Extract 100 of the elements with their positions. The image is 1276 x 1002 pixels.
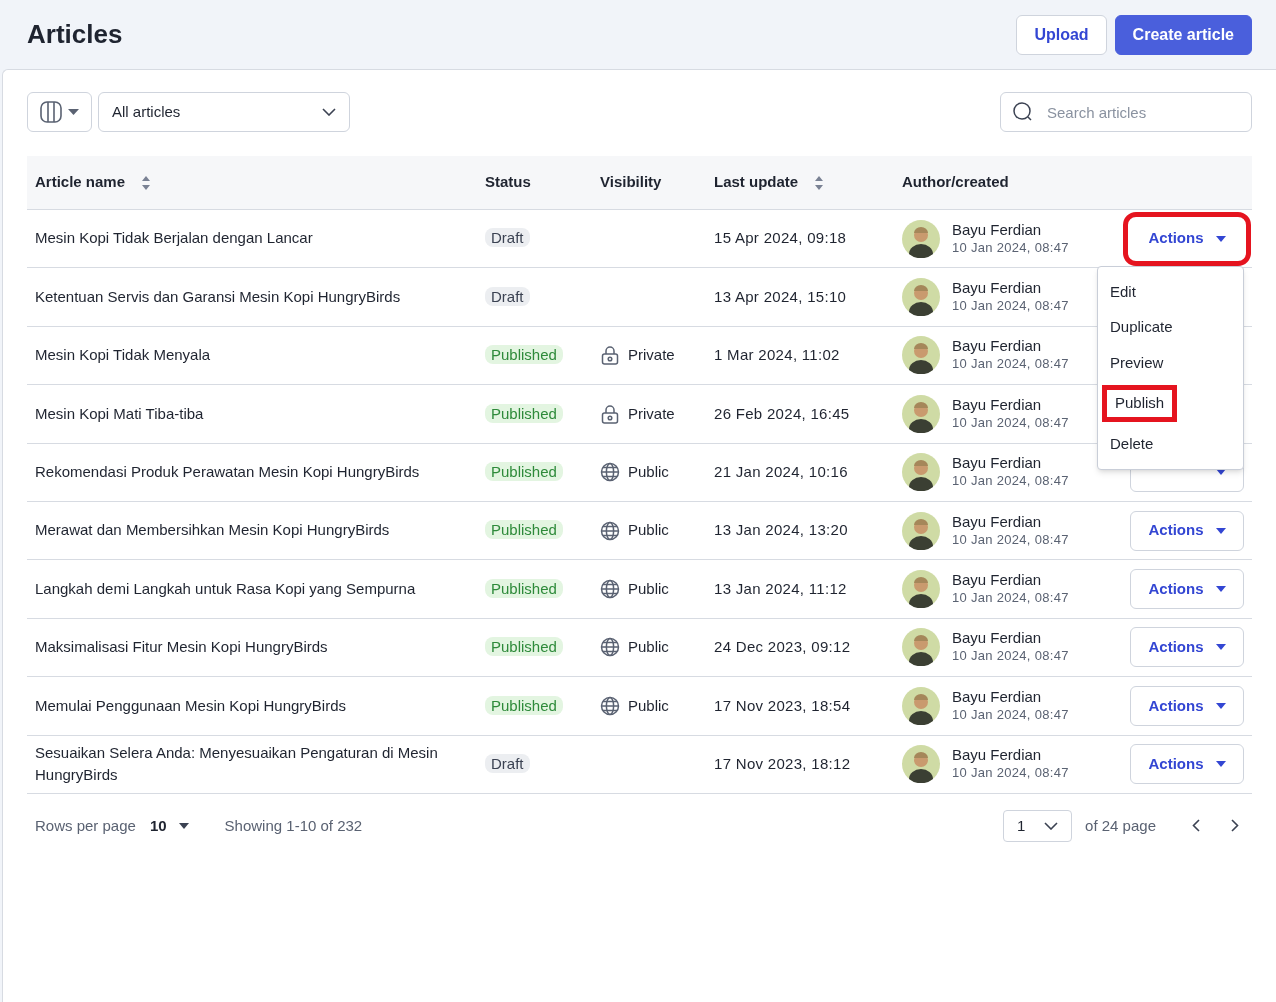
author-name: Bayu Ferdian — [952, 629, 1043, 648]
menu-item[interactable]: Publish — [1102, 385, 1178, 422]
filter-dropdown[interactable]: All articles — [98, 92, 350, 132]
author-name: Bayu Ferdian — [952, 454, 1043, 473]
column-header[interactable]: Last update — [714, 171, 799, 194]
caret-icon — [178, 822, 189, 829]
globe-icon — [600, 462, 620, 483]
chevron-left-icon — [1192, 819, 1200, 833]
created-date: 10 Jan 2024, 08:47 — [952, 764, 1069, 783]
caret-icon — [1216, 469, 1226, 476]
status-badge: Published — [485, 403, 563, 423]
avatar — [902, 394, 940, 433]
visibility-label: Public — [628, 578, 669, 599]
create-button[interactable]: Create article — [1114, 14, 1252, 55]
created-date: 10 Jan 2024, 08:47 — [952, 413, 1069, 432]
status-badge: Draft — [485, 286, 530, 306]
author-name: Bayu Ferdian — [952, 512, 1043, 531]
visibility-label: Public — [628, 695, 669, 716]
caret-icon — [1215, 702, 1226, 709]
status-badge: Published — [485, 578, 563, 598]
chevron-right-icon — [1231, 819, 1239, 833]
menu-item[interactable]: Edit — [1102, 278, 1144, 306]
status-badge: Published — [485, 345, 563, 365]
upload-button[interactable]: Upload — [1016, 14, 1107, 55]
status-badge: Draft — [485, 753, 530, 773]
page-select[interactable]: 1 — [1003, 809, 1073, 842]
avatar — [902, 219, 940, 258]
article-name: Memulai Penggunaan Mesin Kopi HungryBirds — [35, 696, 346, 714]
author-name: Bayu Ferdian — [952, 746, 1043, 765]
article-name: Ketentuan Servis dan Garansi Mesin Kopi HungryBirds — [35, 287, 401, 305]
article-name: Rekomendasi Produk Perawatan Mesin Kopi HungryBirds — [35, 463, 420, 480]
article-name: Merawat dan Membersihkan Mesin Kopi HungryBirds — [35, 521, 390, 539]
created-date: 10 Jan 2024, 08:47 — [952, 355, 1069, 374]
globe-icon — [600, 520, 620, 541]
article-name: Mesin Kopi Tidak Menyala — [35, 346, 211, 364]
column-header[interactable]: Article name — [35, 171, 126, 194]
search-field[interactable]: Search articles — [1000, 92, 1252, 132]
page-title: Articles — [27, 18, 123, 51]
rows-per-page-select[interactable]: 10 — [149, 814, 189, 838]
avatar — [902, 570, 940, 609]
actions-button[interactable]: Actions — [1130, 569, 1244, 610]
avatar — [902, 686, 940, 725]
menu-item[interactable]: Duplicate — [1102, 314, 1181, 341]
page-count-text: of 24 page — [1085, 815, 1156, 836]
sort-icon[interactable] — [814, 174, 825, 191]
date-text: 13 Jan 2024, 13:20 — [714, 521, 848, 539]
actions-button[interactable]: Actions — [1130, 627, 1244, 668]
date-text: 26 Feb 2024, 16:45 — [714, 404, 850, 422]
author-name: Bayu Ferdian — [952, 220, 1043, 239]
created-date: 10 Jan 2024, 08:47 — [952, 297, 1069, 316]
actions-button[interactable]: Actions — [1130, 510, 1244, 551]
menu-item[interactable]: Preview — [1102, 349, 1172, 377]
article-name: Mesin Kopi Tidak Berjalan dengan Lancar — [35, 229, 313, 247]
status-badge: Published — [485, 637, 563, 657]
actions-button[interactable]: Actions — [1130, 685, 1244, 726]
caret-icon — [68, 109, 79, 115]
lock-icon — [600, 403, 620, 424]
caret-icon — [1215, 644, 1226, 651]
globe-icon — [600, 579, 620, 600]
column-header: Visibility — [600, 172, 662, 193]
avatar — [902, 453, 940, 492]
created-date: 10 Jan 2024, 08:47 — [952, 647, 1069, 666]
column-view-button[interactable] — [27, 92, 92, 132]
visibility-label: Private — [628, 345, 675, 366]
avatar — [902, 511, 940, 550]
author-name: Bayu Ferdian — [952, 687, 1043, 706]
article-name: Mesin Kopi Mati Tiba-tiba — [35, 404, 204, 422]
date-text: 13 Jan 2024, 11:12 — [714, 579, 847, 597]
avatar — [902, 628, 940, 667]
date-text: 24 Dec 2023, 09:12 — [714, 638, 851, 656]
status-badge: Published — [485, 695, 563, 715]
article-name: Sesuaikan Selera Anda: Menyesuaikan Pengaturan di Mesin HungryBirds — [35, 743, 438, 784]
visibility-label: Public — [628, 520, 669, 541]
sort-icon[interactable] — [141, 174, 152, 191]
created-date: 10 Jan 2024, 08:47 — [952, 705, 1069, 724]
globe-icon — [600, 695, 620, 716]
menu-item[interactable]: Delete — [1102, 430, 1162, 458]
created-date: 10 Jan 2024, 08:47 — [952, 589, 1069, 608]
author-name: Bayu Ferdian — [952, 279, 1043, 298]
avatar — [902, 745, 940, 784]
visibility-label: Private — [628, 403, 675, 424]
showing-text: Showing 1-10 of 232 — [224, 815, 363, 836]
caret-icon — [1215, 527, 1226, 534]
lock-icon — [600, 345, 620, 366]
caret-icon — [1215, 235, 1226, 242]
date-text: 17 Nov 2023, 18:12 — [714, 754, 851, 772]
article-name: Langkah demi Langkah untuk Rasa Kopi yang Sempurna — [35, 579, 416, 597]
chevron-down-icon — [322, 108, 336, 116]
search-icon — [1013, 102, 1033, 122]
visibility-label: Public — [628, 637, 669, 658]
author-name: Bayu Ferdian — [952, 337, 1043, 356]
avatar — [902, 278, 940, 317]
date-text: 15 Apr 2024, 09:18 — [714, 229, 847, 247]
created-date: 10 Jan 2024, 08:47 — [952, 472, 1069, 491]
date-text: 21 Jan 2024, 10:16 — [714, 463, 848, 480]
rows-per-page-label: Rows per page — [35, 815, 136, 836]
actions-button[interactable]: Actions — [1130, 744, 1244, 785]
created-date: 10 Jan 2024, 08:47 — [952, 238, 1069, 257]
author-name: Bayu Ferdian — [952, 395, 1043, 414]
visibility-label: Public — [628, 462, 669, 482]
